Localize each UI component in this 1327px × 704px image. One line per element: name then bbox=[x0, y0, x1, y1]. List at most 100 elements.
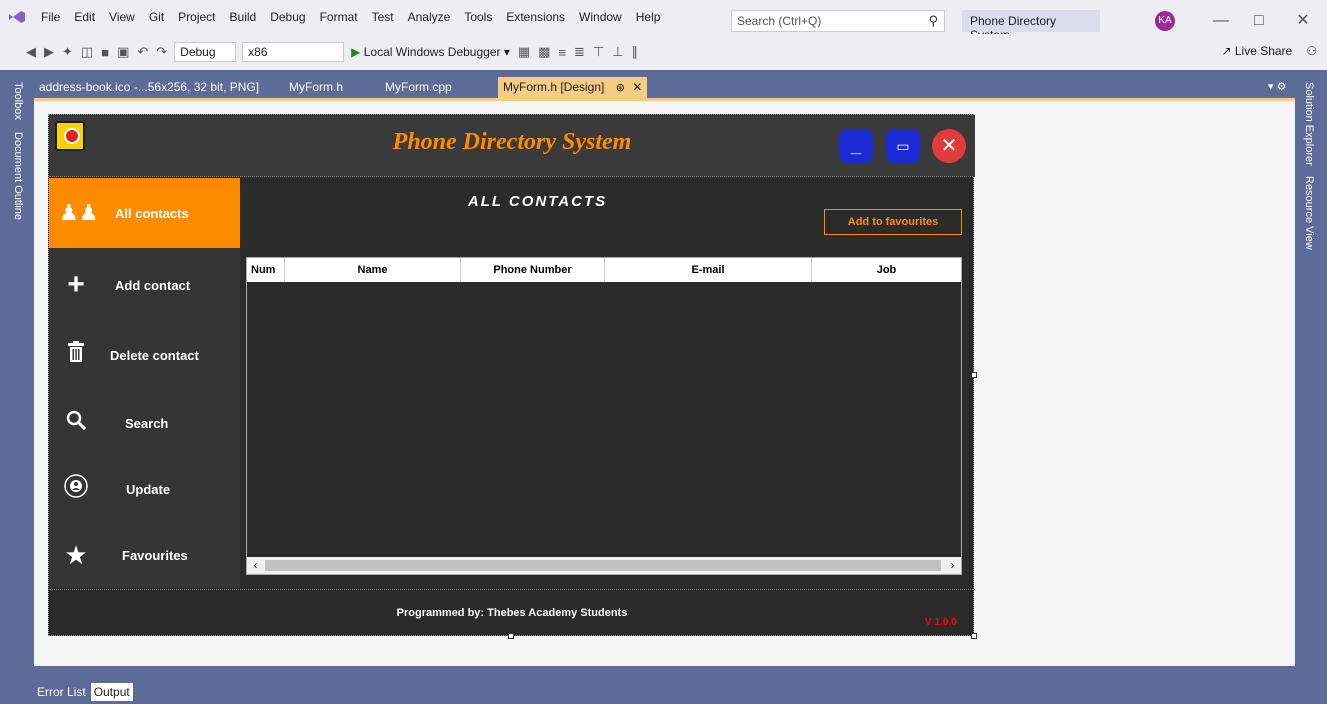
tab-myform-design[interactable]: MyForm.h [Design] ⊛ ✕ bbox=[498, 77, 648, 98]
bottom-tabs: Error List Output bbox=[34, 680, 133, 704]
undo-icon[interactable]: ↶ bbox=[133, 44, 152, 60]
search-input[interactable]: Search (Ctrl+Q) ⚲ bbox=[731, 10, 945, 32]
menu-bar: File Edit View Git Project Build Debug F… bbox=[0, 0, 1327, 34]
resource-view-tab[interactable]: Resource View bbox=[1303, 176, 1315, 250]
menu-view[interactable]: View bbox=[102, 6, 142, 28]
sidebar-item-favourites[interactable]: ★ Favourites bbox=[49, 520, 240, 590]
menu-format[interactable]: Format bbox=[313, 6, 365, 28]
align-center-icon[interactable]: ≣ bbox=[570, 44, 589, 60]
column-header-job[interactable]: Job bbox=[812, 258, 961, 282]
minimize-window-button[interactable]: — bbox=[1208, 8, 1234, 34]
live-share-label: Live Share bbox=[1234, 44, 1293, 58]
platform-select[interactable]: x86 bbox=[242, 42, 345, 62]
sidebar-item-label: All contacts bbox=[115, 205, 189, 221]
navigate-back-icon[interactable]: ◀ bbox=[22, 44, 40, 60]
pin-icon[interactable]: ⊛ bbox=[616, 82, 625, 94]
footer-divider bbox=[49, 589, 975, 590]
users-icon: ♟♟ bbox=[59, 200, 99, 225]
tab-myform-h[interactable]: MyForm.h bbox=[284, 77, 380, 98]
column-header-name[interactable]: Name bbox=[285, 258, 461, 282]
document-tabs: address-book.ico -...56x256, 32 bit, PNG… bbox=[34, 77, 1295, 98]
plus-icon: + bbox=[67, 268, 85, 301]
form-maximize-button[interactable]: ▭ bbox=[886, 129, 920, 163]
redo-icon[interactable]: ↷ bbox=[152, 44, 171, 60]
tab-dropdown-icon[interactable]: ▾ ⚙ bbox=[1268, 80, 1286, 93]
save-icon[interactable]: ■ bbox=[97, 45, 113, 60]
trash-icon bbox=[59, 341, 93, 369]
star-icon: ★ bbox=[64, 539, 88, 570]
sidebar-item-label: Search bbox=[125, 415, 169, 431]
menu-test[interactable]: Test bbox=[365, 6, 401, 28]
menu-git[interactable]: Git bbox=[142, 6, 171, 28]
menu-file[interactable]: File bbox=[34, 6, 67, 28]
close-tab-icon[interactable]: ✕ bbox=[632, 80, 642, 94]
menu-analyze[interactable]: Analyze bbox=[401, 6, 458, 28]
menu-extensions[interactable]: Extensions bbox=[499, 6, 572, 28]
align-bottom-icon[interactable]: ⊥ bbox=[608, 44, 627, 60]
menu-window[interactable]: Window bbox=[572, 6, 629, 28]
save-all-icon[interactable]: ▣ bbox=[113, 44, 133, 60]
menu-help[interactable]: Help bbox=[629, 6, 668, 28]
solution-explorer-tab[interactable]: Solution Explorer bbox=[1303, 82, 1315, 166]
app-form[interactable]: Phone Directory System _ ▭ ✕ ♟♟ All cont… bbox=[48, 114, 975, 636]
grid-header: Num Name Phone Number E-mail Job bbox=[247, 258, 961, 282]
menu-tools[interactable]: Tools bbox=[457, 6, 499, 28]
tab-error-list[interactable]: Error List bbox=[34, 683, 89, 701]
contacts-grid[interactable]: Num Name Phone Number E-mail Job ‹ › bbox=[246, 257, 962, 575]
toolbox-tab[interactable]: Toolbox bbox=[12, 82, 24, 120]
feedback-icon[interactable]: ⚇ bbox=[1306, 44, 1317, 58]
resize-handle-bottom[interactable] bbox=[508, 633, 514, 639]
play-icon: ▶ bbox=[351, 45, 361, 59]
update-user-icon bbox=[59, 473, 93, 505]
search-icon bbox=[59, 410, 93, 436]
navigate-forward-icon[interactable]: ▶ bbox=[40, 44, 58, 60]
avatar[interactable]: KA bbox=[1155, 11, 1175, 31]
close-window-button[interactable]: ✕ bbox=[1290, 8, 1316, 34]
tab-address-book-ico[interactable]: address-book.ico -...56x256, 32 bit, PNG… bbox=[34, 77, 284, 98]
live-share-button[interactable]: ↗ Live Share bbox=[1221, 44, 1292, 58]
menu-build[interactable]: Build bbox=[223, 6, 264, 28]
left-dock: Toolbox Document Outline bbox=[0, 72, 34, 704]
menu-debug[interactable]: Debug bbox=[263, 6, 312, 28]
tab-output[interactable]: Output bbox=[90, 683, 133, 701]
version-label: V 1.0.0 bbox=[925, 617, 957, 628]
form-minimize-button[interactable]: _ bbox=[839, 129, 873, 163]
document-outline-tab[interactable]: Document Outline bbox=[12, 132, 24, 220]
add-to-favourites-button[interactable]: Add to favourites bbox=[824, 209, 962, 235]
open-folder-icon[interactable]: ◫ bbox=[77, 44, 97, 60]
column-header-phone[interactable]: Phone Number bbox=[461, 258, 605, 282]
configuration-select[interactable]: Debug bbox=[174, 42, 237, 62]
scroll-thumb[interactable] bbox=[265, 560, 941, 571]
align-left-icon[interactable]: ≡ bbox=[554, 45, 570, 60]
new-project-icon[interactable]: ✦ bbox=[58, 44, 77, 60]
form-header: Phone Directory System _ ▭ ✕ bbox=[49, 115, 975, 177]
column-header-email[interactable]: E-mail bbox=[605, 258, 812, 282]
sidebar-item-update[interactable]: Update bbox=[49, 454, 240, 524]
tab-myform-cpp[interactable]: MyForm.cpp bbox=[380, 77, 498, 98]
menu-project[interactable]: Project bbox=[171, 6, 222, 28]
footer-credit: Programmed by: Thebes Academy Students bbox=[396, 607, 628, 619]
resize-handle-corner[interactable] bbox=[971, 633, 977, 639]
sidebar-item-label: Delete contact bbox=[110, 347, 199, 363]
app-title: Phone Directory System bbox=[392, 129, 632, 155]
sidebar-item-add-contact[interactable]: + Add contact bbox=[49, 250, 240, 320]
sidebar-item-delete-contact[interactable]: Delete contact bbox=[49, 320, 240, 390]
visual-studio-logo-icon[interactable] bbox=[0, 0, 34, 34]
sidebar-item-all-contacts[interactable]: ♟♟ All contacts bbox=[49, 178, 240, 248]
scroll-left-icon[interactable]: ‹ bbox=[247, 557, 264, 574]
run-debugger-button[interactable]: ▶ Local Windows Debugger ▾ bbox=[347, 45, 514, 59]
align-top-icon[interactable]: ⊤ bbox=[589, 44, 608, 60]
sidebar-item-label: Update bbox=[126, 481, 171, 497]
form-close-button[interactable]: ✕ bbox=[932, 129, 966, 163]
spacing-icon[interactable]: ∥ bbox=[628, 44, 643, 60]
layout-grid-icon[interactable]: ▩ bbox=[534, 44, 554, 60]
column-header-num[interactable]: Num bbox=[247, 258, 285, 282]
resize-handle-right[interactable] bbox=[971, 372, 977, 378]
scroll-right-icon[interactable]: › bbox=[944, 557, 961, 574]
layout-align-icon[interactable]: ▦ bbox=[514, 44, 534, 60]
menu-edit[interactable]: Edit bbox=[67, 6, 102, 28]
sidebar-item-search[interactable]: Search bbox=[49, 388, 240, 458]
horizontal-scrollbar[interactable]: ‹ › bbox=[247, 557, 961, 574]
maximize-window-button[interactable]: □ bbox=[1246, 8, 1272, 34]
sidebar-item-label: Favourites bbox=[122, 547, 188, 563]
